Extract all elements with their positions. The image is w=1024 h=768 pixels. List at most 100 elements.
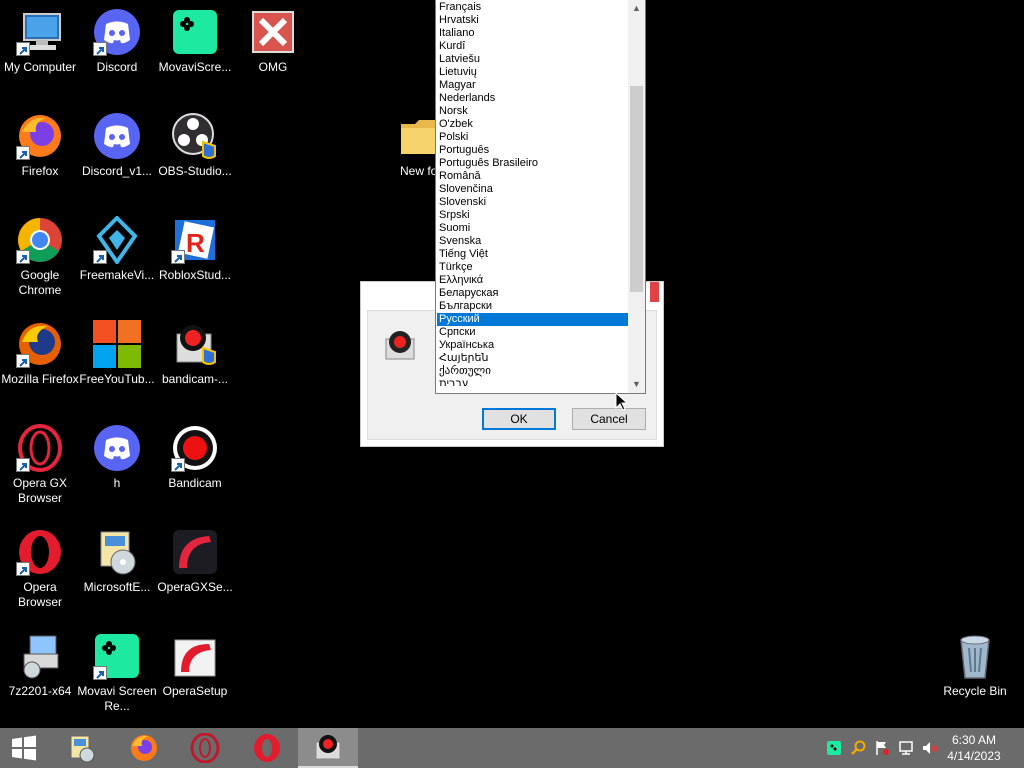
desktop-icon-google-chrome[interactable]: Google Chrome — [0, 208, 80, 298]
clock-date: 4/14/2023 — [947, 749, 1001, 763]
firefox-icon — [16, 320, 64, 368]
language-option[interactable]: Svenska — [437, 235, 629, 248]
desktop-icon-opera[interactable]: Opera Browser — [0, 520, 80, 610]
language-option[interactable]: Română — [437, 170, 629, 183]
desktop-icon-discord-v1[interactable]: Discord_v1... — [77, 104, 157, 179]
windows-tiles-icon — [93, 320, 141, 368]
desktop-icon-new-folder[interactable]: New fo — [390, 104, 440, 179]
taskbar-bandicam-installer[interactable] — [298, 728, 358, 768]
desktop-icon-discord[interactable]: Discord — [77, 0, 157, 75]
language-option-selected[interactable]: Русский — [437, 313, 629, 326]
start-button[interactable] — [0, 728, 48, 768]
language-option[interactable]: Magyar — [437, 79, 629, 92]
language-option[interactable]: Suomi — [437, 222, 629, 235]
installer-icon — [70, 735, 95, 763]
search-icon[interactable] — [850, 740, 866, 756]
desktop-icon-h[interactable]: h — [77, 416, 157, 491]
scroll-down-icon[interactable]: ▼ — [628, 376, 645, 392]
bandicam-icon — [171, 424, 219, 472]
desktop: My Computer Firefox Google Chrome Mozill… — [0, 0, 1024, 728]
desktop-icon-freemake[interactable]: FreemakeVi... — [77, 208, 157, 283]
language-option[interactable]: Беларуская — [437, 287, 629, 300]
language-option[interactable]: Українська — [437, 339, 629, 352]
language-option[interactable]: Nederlands — [437, 92, 629, 105]
language-listbox[interactable]: Français Hrvatski Italiano Kurdî Latvieš… — [435, 0, 646, 394]
language-option[interactable]: O'zbek — [437, 118, 629, 131]
obs-icon — [171, 112, 219, 160]
icon-label: Bandicam — [168, 476, 222, 490]
language-option[interactable]: Tiếng Việt — [437, 248, 629, 261]
desktop-icon-opera-setup[interactable]: OperaSetup — [155, 624, 235, 699]
freemake-icon — [93, 215, 141, 266]
desktop-icon-freeyoutube[interactable]: FreeYouTub... — [77, 312, 157, 387]
language-option[interactable]: Српски — [437, 326, 629, 339]
language-option[interactable]: עברית — [437, 378, 629, 386]
language-option[interactable]: Slovenčina — [437, 183, 629, 196]
desktop-icon-microsoft-edge[interactable]: MicrosoftE... — [77, 520, 157, 595]
desktop-icon-roblox-studio[interactable]: R RobloxStud... — [155, 208, 235, 283]
icon-label: Opera GX Browser — [12, 476, 68, 505]
opera-icon — [16, 528, 64, 576]
ok-button[interactable]: OK — [482, 408, 556, 430]
language-option[interactable]: Kurdî — [437, 40, 629, 53]
desktop-icon-operagx-setup[interactable]: OperaGXSe... — [155, 520, 235, 595]
desktop-icon-my-computer[interactable]: My Computer — [0, 0, 80, 75]
language-option[interactable]: Italiano — [437, 27, 629, 40]
language-option[interactable]: Polski — [437, 131, 629, 144]
desktop-icon-firefox[interactable]: Firefox — [0, 104, 80, 179]
language-option[interactable]: Português Brasileiro — [437, 157, 629, 170]
language-option[interactable]: Português — [437, 144, 629, 157]
folder-icon — [399, 112, 440, 160]
opera-gx-icon — [16, 424, 64, 472]
desktop-icon-recycle-bin[interactable]: Recycle Bin — [935, 624, 1015, 699]
desktop-icon-omg[interactable]: OMG — [233, 0, 313, 75]
installer-icon — [93, 528, 141, 576]
language-option[interactable]: Български — [437, 300, 629, 313]
desktop-icon-movavi-screen-rec[interactable]: Movavi Screen Re... — [77, 624, 157, 714]
language-option[interactable]: Türkçe — [437, 261, 629, 274]
taskbar-opera[interactable] — [237, 728, 297, 768]
icon-label: RobloxStud... — [158, 268, 232, 282]
language-options: Français Hrvatski Italiano Kurdî Latvieš… — [437, 1, 629, 386]
discord-icon — [93, 8, 141, 56]
action-center-flag-icon[interactable] — [874, 740, 890, 756]
language-option[interactable]: Հայերեն — [437, 352, 629, 365]
close-icon[interactable] — [650, 282, 659, 302]
taskbar: 6:30 AM 4/14/2023 — [0, 728, 1024, 768]
language-option[interactable]: Latviešu — [437, 53, 629, 66]
icon-label: Opera Browser — [17, 580, 62, 609]
taskbar-firefox[interactable] — [114, 728, 174, 768]
language-option[interactable]: Srpski — [437, 209, 629, 222]
language-option[interactable]: ქართული — [437, 365, 629, 378]
language-option[interactable]: Slovenski — [437, 196, 629, 209]
language-option[interactable]: Français — [437, 1, 629, 14]
scroll-up-icon[interactable]: ▲ — [628, 0, 645, 16]
icon-label: OperaSetup — [162, 684, 228, 698]
cancel-button[interactable]: Cancel — [572, 408, 646, 430]
desktop-icon-obs[interactable]: OBS-Studio... — [155, 104, 235, 179]
language-option[interactable]: Lietuvių — [437, 66, 629, 79]
desktop-icon-opera-gx[interactable]: Opera GX Browser — [0, 416, 80, 506]
language-option[interactable]: Norsk — [437, 105, 629, 118]
list-scrollbar[interactable]: ▲ ▼ — [628, 0, 645, 393]
desktop-icon-bandicam-installer[interactable]: bandicam-... — [155, 312, 235, 387]
network-icon[interactable] — [898, 740, 914, 756]
language-option[interactable]: Ελληνικά — [437, 274, 629, 287]
taskbar-installer[interactable] — [52, 728, 112, 768]
icon-label: FreemakeVi... — [79, 268, 155, 282]
discord-icon — [93, 112, 141, 160]
clock[interactable]: 6:30 AM 4/14/2023 — [944, 732, 1004, 764]
language-option[interactable]: Hrvatski — [437, 14, 629, 27]
movavi-tray-icon[interactable] — [826, 740, 842, 756]
opera-setup-icon — [171, 632, 219, 680]
movavi-icon — [93, 632, 141, 680]
desktop-icon-7zip[interactable]: 7z2201-x64 — [0, 624, 80, 699]
taskbar-opera-gx[interactable] — [175, 728, 235, 768]
desktop-icon-bandicam[interactable]: Bandicam — [155, 416, 235, 491]
icon-label: OBS-Studio... — [158, 164, 232, 178]
desktop-icon-mozilla-firefox[interactable]: Mozilla Firefox — [0, 312, 80, 387]
omg-x-icon — [249, 8, 297, 56]
volume-muted-icon[interactable] — [922, 740, 938, 756]
desktop-icon-movavi[interactable]: MovaviScre... — [155, 0, 235, 75]
scrollbar-thumb[interactable] — [630, 86, 643, 292]
